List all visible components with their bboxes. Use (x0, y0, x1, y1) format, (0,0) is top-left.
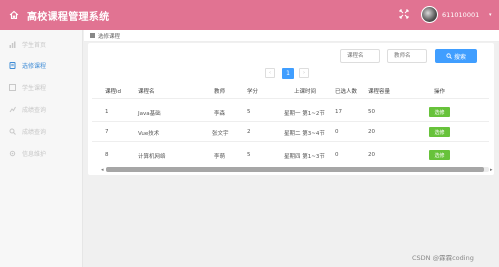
column-header-action: 操作 (434, 89, 446, 95)
table-divider (92, 98, 489, 99)
breadcrumb-current: 选修课程 (98, 33, 121, 40)
cell-course-id: 8 (105, 152, 109, 158)
column-header-capacity: 课程容量 (368, 89, 391, 95)
scroll-right-icon[interactable]: ▸ (490, 167, 493, 173)
user-id[interactable]: 611010001 (442, 11, 479, 19)
column-header-selected-count: 已选人数 (335, 89, 358, 95)
sidebar-item-label: 学生课程 (22, 84, 47, 92)
cell-credit: 2 (247, 129, 251, 135)
watermark: CSDN @霖霖coding (412, 254, 474, 262)
sidebar-item-label: 选修课程 (22, 62, 47, 70)
cell-selected-count: 0 (335, 129, 339, 135)
sidebar-item-grade-query[interactable]: 成绩查询 (0, 100, 83, 118)
sidebar-item-label: 信息维护 (22, 150, 47, 158)
sidebar-item-elective-courses[interactable]: 选修课程 (0, 56, 83, 74)
avatar[interactable] (421, 6, 438, 23)
chart-icon (9, 41, 16, 48)
cell-time: 星期二 第3~4节 (284, 131, 325, 137)
column-header-course-id: 课程id (105, 89, 122, 95)
cell-course-id: 7 (105, 129, 109, 135)
sidebar-item-label: 学生首页 (22, 41, 47, 49)
cell-course-name: Java基础 (138, 111, 161, 117)
course-name-search-input[interactable] (340, 49, 380, 63)
settings-icon (9, 150, 16, 157)
breadcrumb: 选修课程 (84, 30, 499, 42)
sidebar: 学生首页 选修课程 学生课程 成绩查询 成绩查询 信息维护 (0, 30, 83, 267)
sidebar-item-label: 成绩查询 (22, 106, 47, 114)
pagination-page-1[interactable]: 1 (282, 68, 294, 79)
scrollbar-thumb[interactable] (106, 167, 484, 172)
column-header-credit: 学分 (247, 89, 259, 95)
cell-time: 星期四 第1~3节 (284, 154, 325, 160)
teacher-name-search-input[interactable] (387, 49, 427, 63)
cell-course-name: 计算机网络 (138, 154, 166, 160)
sidebar-item-student-home[interactable]: 学生首页 (0, 35, 83, 53)
cell-credit: 5 (247, 109, 251, 115)
search-icon (446, 53, 452, 59)
cell-selected-count: 17 (335, 109, 342, 115)
select-course-button[interactable]: 选修 (429, 127, 450, 137)
column-header-teacher: 教师 (214, 89, 226, 95)
table-row-divider (92, 141, 489, 142)
course-card: 搜索 ‹ 1 › 课程id 课程名 教师 学分 上课时间 已选人数 课程容量 操… (88, 43, 494, 175)
chevron-down-icon[interactable]: ▾ (489, 12, 492, 18)
cell-teacher: 李萌 (214, 154, 226, 160)
book-icon (90, 33, 95, 38)
cell-capacity: 50 (368, 109, 375, 115)
search-icon (9, 128, 16, 135)
grade-icon (9, 106, 16, 113)
search-button[interactable]: 搜索 (435, 49, 477, 63)
sidebar-item-label: 成绩查询 (22, 128, 47, 136)
app-title: 高校课程管理系统 (27, 11, 110, 23)
pagination-prev-button[interactable]: ‹ (265, 68, 275, 78)
fullscreen-icon[interactable] (399, 9, 409, 19)
cell-selected-count: 0 (335, 152, 339, 158)
cell-teacher: 李森 (214, 111, 226, 117)
column-header-course-name: 课程名 (138, 89, 155, 95)
book-icon (9, 61, 16, 69)
search-button-label: 搜索 (453, 53, 466, 61)
table-row-divider (92, 121, 489, 122)
cell-teacher: 张文宇 (212, 131, 229, 137)
cell-capacity: 20 (368, 129, 375, 135)
scroll-left-icon[interactable]: ◂ (101, 167, 104, 173)
cell-course-name: Vue技术 (138, 131, 160, 137)
sidebar-item-score-query[interactable]: 成绩查询 (0, 122, 83, 140)
sidebar-item-info-maintenance[interactable]: 信息维护 (0, 144, 83, 162)
course-icon (9, 83, 16, 91)
select-course-button[interactable]: 选修 (429, 150, 450, 160)
sidebar-item-student-courses[interactable]: 学生课程 (0, 78, 83, 96)
column-header-time: 上课时间 (294, 89, 317, 95)
cell-time: 星期一 第1~2节 (284, 111, 325, 117)
table-horizontal-scrollbar[interactable] (106, 167, 489, 172)
cell-course-id: 1 (105, 109, 109, 115)
cell-credit: 5 (247, 152, 251, 158)
pagination-next-button[interactable]: › (299, 68, 309, 78)
cell-capacity: 20 (368, 152, 375, 158)
select-course-button[interactable]: 选修 (429, 107, 450, 117)
home-icon[interactable] (9, 10, 19, 20)
